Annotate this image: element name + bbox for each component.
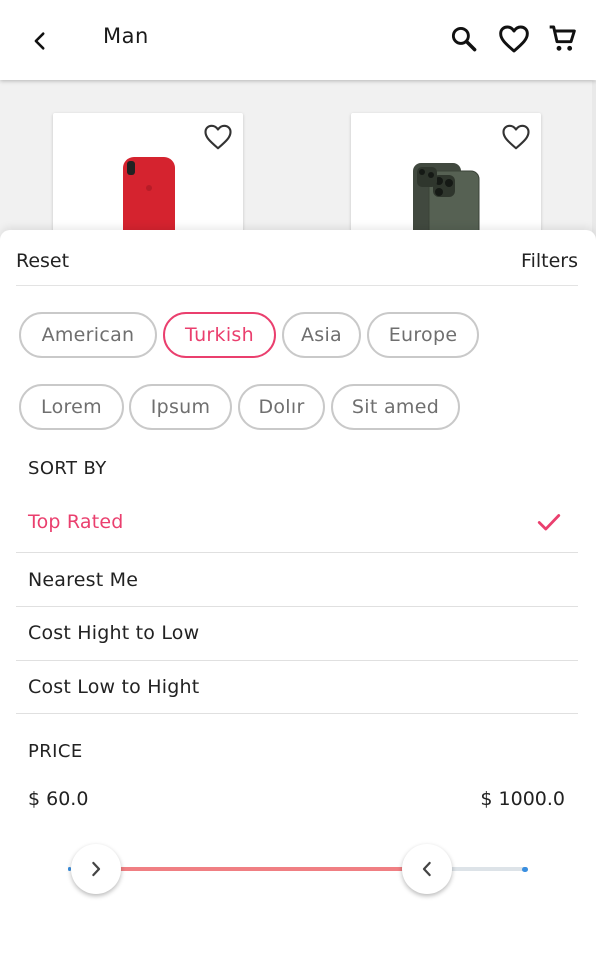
filter-sheet-header: Reset Filters (16, 230, 578, 286)
app-header: Man (0, 0, 596, 80)
price-max-handle[interactable] (401, 844, 452, 894)
back-arrow-icon (34, 32, 45, 50)
sort-option-label: Nearest Me (28, 569, 139, 591)
chip-sit-amed[interactable]: Sit amed (331, 384, 460, 430)
chip-asia[interactable]: Asia (282, 312, 361, 358)
reset-button[interactable]: Reset (16, 250, 69, 272)
sort-option-label: Cost Hight to Low (28, 622, 200, 644)
sort-option-label: Top Rated (28, 511, 124, 533)
cart-button[interactable] (545, 20, 581, 58)
chip-ipsum[interactable]: Ipsum (129, 384, 232, 430)
search-button[interactable] (446, 20, 482, 58)
sort-option-cost-high-to-low[interactable]: Cost Hight to Low (16, 607, 578, 661)
favorites-button[interactable] (496, 20, 532, 58)
chip-europe[interactable]: Europe (367, 312, 479, 358)
heart-outline-icon (502, 124, 530, 150)
price-title: PRICE (28, 741, 83, 762)
favorite-button[interactable] (201, 121, 235, 153)
page-title: Man (103, 24, 149, 48)
cart-icon (549, 25, 576, 51)
product-grid (0, 81, 596, 263)
price-range-fill (95, 867, 427, 871)
checkmark-icon (537, 514, 561, 531)
chevron-left-icon (422, 861, 431, 877)
chip-american[interactable]: American (19, 312, 157, 358)
filter-sheet: Reset Filters American Turkish Asia Euro… (0, 230, 596, 955)
chevron-right-icon (91, 861, 100, 877)
sort-by-title: SORT BY (28, 458, 107, 479)
price-max-value: $ 1000.0 (480, 788, 565, 810)
slider-end-dot (522, 866, 528, 872)
sort-option-nearest-me[interactable]: Nearest Me (16, 553, 578, 607)
back-button[interactable] (22, 22, 58, 60)
chip-turkish[interactable]: Turkish (163, 312, 276, 358)
sort-option-cost-low-to-high[interactable]: Cost Low to Hight (16, 661, 578, 714)
heart-outline-icon (204, 124, 232, 150)
chip-dolir[interactable]: Dolır (238, 384, 325, 430)
sort-option-top-rated[interactable]: Top Rated (16, 496, 578, 553)
favorite-button[interactable] (499, 121, 533, 153)
heart-icon (499, 25, 529, 53)
search-icon (451, 26, 477, 52)
filters-title: Filters (521, 250, 578, 272)
price-min-value: $ 60.0 (28, 788, 89, 810)
price-min-handle[interactable] (70, 844, 121, 894)
sort-option-label: Cost Low to Hight (28, 676, 200, 698)
price-range-slider[interactable] (68, 866, 528, 872)
chip-lorem[interactable]: Lorem (19, 384, 124, 430)
